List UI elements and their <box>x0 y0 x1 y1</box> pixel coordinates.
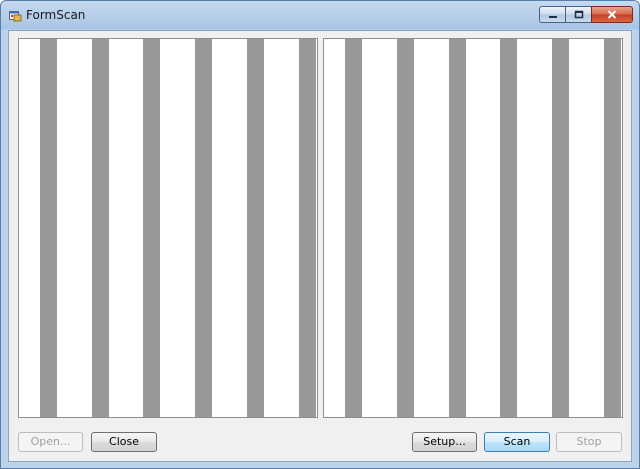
maximize-icon <box>574 10 583 19</box>
open-button[interactable]: Open... <box>18 432 83 452</box>
close-window-button[interactable] <box>591 6 633 23</box>
image-stripe <box>143 39 160 417</box>
right-image-panel <box>323 38 623 418</box>
title-bar[interactable]: FormScan <box>1 1 639 30</box>
app-window: FormScan Open... Close Setup... Scan Sto… <box>0 0 640 469</box>
image-stripe <box>552 39 569 417</box>
scan-button[interactable]: Scan <box>484 432 550 452</box>
close-button[interactable]: Close <box>91 432 157 452</box>
close-icon <box>607 10 617 19</box>
minimize-icon <box>548 15 557 18</box>
image-stripe <box>247 39 264 417</box>
setup-button[interactable]: Setup... <box>412 432 477 452</box>
client-area: Open... Close Setup... Scan Stop <box>8 30 632 462</box>
image-stripe <box>345 39 362 417</box>
image-stripe <box>40 39 57 417</box>
stop-button[interactable]: Stop <box>556 432 622 452</box>
minimize-button[interactable] <box>539 6 565 23</box>
image-stripe <box>604 39 621 417</box>
image-stripe <box>397 39 414 417</box>
caption-buttons <box>539 6 633 24</box>
maximize-button[interactable] <box>565 6 591 23</box>
image-stripe <box>92 39 109 417</box>
image-stripe <box>195 39 212 417</box>
image-stripe <box>299 39 316 417</box>
image-stripe <box>500 39 517 417</box>
window-title: FormScan <box>26 8 86 22</box>
image-stripe <box>449 39 466 417</box>
app-window-icon[interactable] <box>9 9 22 22</box>
left-image-panel <box>18 38 318 418</box>
